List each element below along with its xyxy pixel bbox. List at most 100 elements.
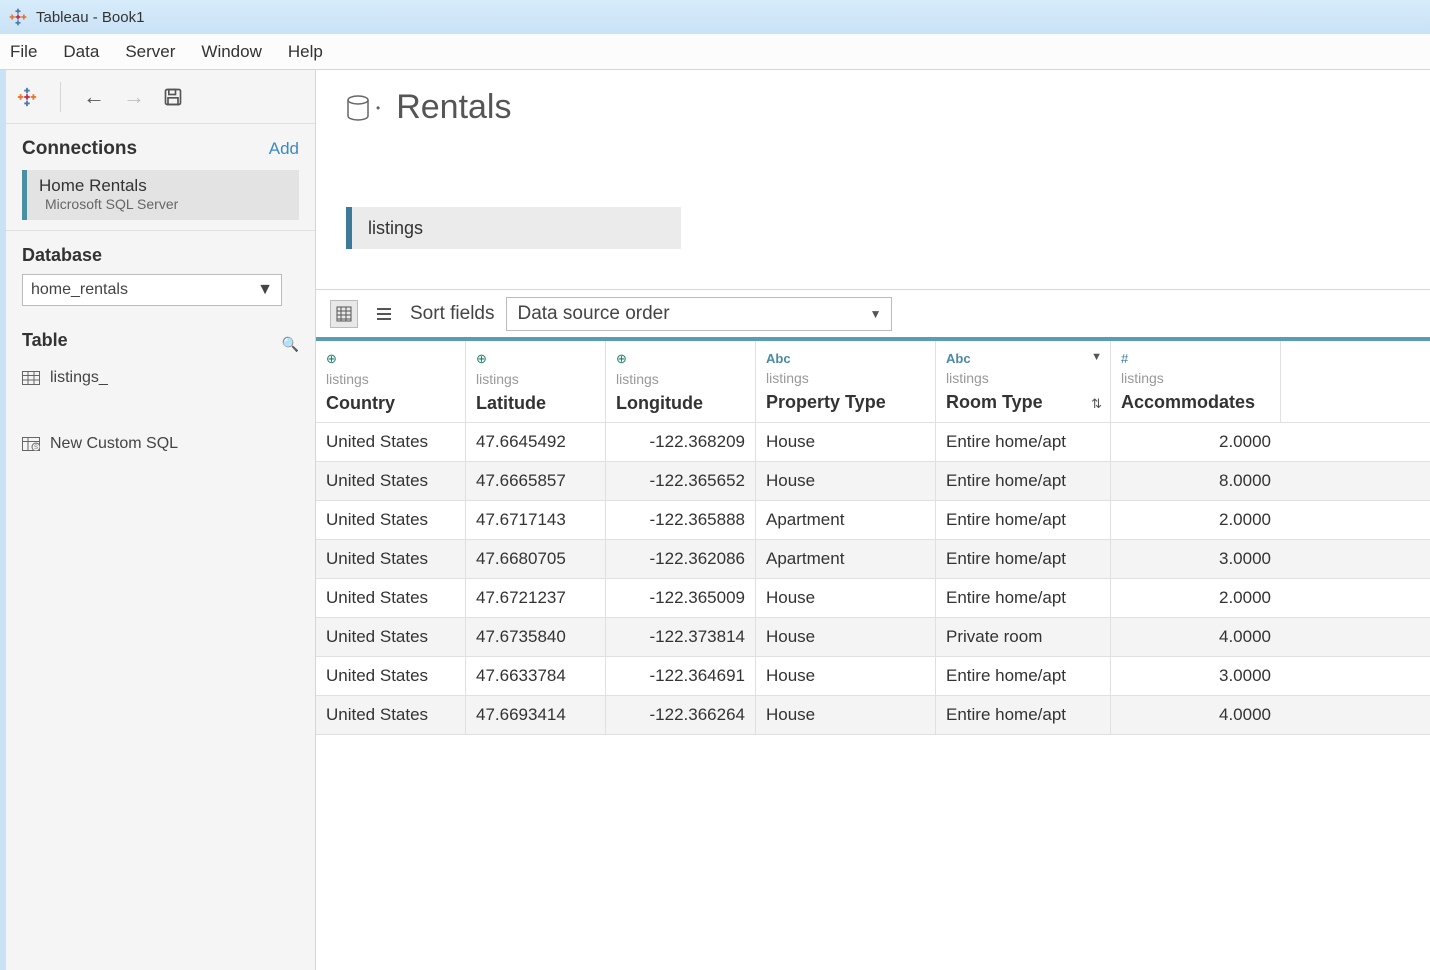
table-cell: -122.362086: [606, 540, 756, 578]
column-source: listings: [476, 371, 595, 387]
menu-data[interactable]: Data: [63, 42, 99, 62]
chevron-down-icon[interactable]: ▼: [1091, 351, 1102, 363]
column-name: Property Type: [766, 392, 925, 413]
table-row[interactable]: United States47.6665857-122.365652HouseE…: [316, 462, 1430, 501]
table-cell: 47.6665857: [466, 462, 606, 500]
datasource-title[interactable]: Rentals: [396, 88, 511, 127]
back-arrow-icon[interactable]: ←: [83, 84, 105, 110]
table-label: Table: [22, 330, 68, 351]
table-cell: 47.6693414: [466, 696, 606, 734]
table-cell: 2.0000: [1111, 423, 1281, 461]
table-row[interactable]: United States47.6717143-122.365888Apartm…: [316, 501, 1430, 540]
sidebar: ← → Connections Add Home Rentals Microso…: [6, 70, 316, 970]
column-source: listings: [326, 371, 455, 387]
column-header[interactable]: ⊕listingsLatitude: [466, 341, 606, 422]
table-cell: United States: [316, 579, 466, 617]
column-source: listings: [616, 371, 745, 387]
table-cell: -122.365009: [606, 579, 756, 617]
grid-icon: [336, 306, 352, 322]
table-row[interactable]: United States47.6735840-122.373814HouseP…: [316, 618, 1430, 657]
sort-fields-dropdown[interactable]: Data source order ▼: [506, 297, 892, 331]
list-icon: [376, 306, 392, 322]
chevron-down-icon: ▼: [257, 281, 273, 299]
list-view-button[interactable]: [370, 300, 398, 328]
table-cell: United States: [316, 501, 466, 539]
table-cell: -122.366264: [606, 696, 756, 734]
column-name: Longitude: [616, 393, 745, 414]
table-cell: United States: [316, 696, 466, 734]
table-pill-label: listings: [368, 218, 423, 239]
table-cell: 2.0000: [1111, 579, 1281, 617]
sort-icon[interactable]: ⇅: [1091, 396, 1102, 412]
table-row[interactable]: United States47.6693414-122.366264HouseE…: [316, 696, 1430, 735]
table-cell: 47.6721237: [466, 579, 606, 617]
table-row[interactable]: United States47.6633784-122.364691HouseE…: [316, 657, 1430, 696]
connections-label: Connections: [22, 138, 137, 160]
tableau-logo-icon[interactable]: [16, 86, 38, 108]
table-cell: 2.0000: [1111, 501, 1281, 539]
table-row[interactable]: United States47.6721237-122.365009HouseE…: [316, 579, 1430, 618]
grid-view-button[interactable]: [330, 300, 358, 328]
table-cell: House: [756, 462, 936, 500]
data-grid: ⊕listingsCountry⊕listingsLatitude⊕listin…: [316, 337, 1430, 735]
table-cell: 47.6680705: [466, 540, 606, 578]
table-cell: Entire home/apt: [936, 423, 1111, 461]
table-cell: House: [756, 423, 936, 461]
table-cell: -122.365888: [606, 501, 756, 539]
globe-icon: ⊕: [476, 351, 595, 367]
table-cell: Entire home/apt: [936, 501, 1111, 539]
table-cell: United States: [316, 423, 466, 461]
menu-server[interactable]: Server: [125, 42, 175, 62]
table-cell: 4.0000: [1111, 618, 1281, 656]
column-header[interactable]: ⊕ listings Country: [316, 341, 466, 422]
column-header[interactable]: AbclistingsRoom Type▼⇅: [936, 341, 1111, 422]
connection-item[interactable]: Home Rentals Microsoft SQL Server: [22, 170, 299, 220]
custom-sql-icon: S: [22, 437, 40, 451]
menu-window[interactable]: Window: [201, 42, 261, 62]
database-dropdown[interactable]: home_rentals ▼: [22, 274, 282, 306]
add-connection-link[interactable]: Add: [269, 139, 299, 159]
new-custom-sql[interactable]: S New Custom SQL: [22, 431, 299, 457]
table-cell: 47.6633784: [466, 657, 606, 695]
table-cell: Private room: [936, 618, 1111, 656]
datasource-header: • Rentals: [316, 70, 1430, 137]
table-cell: 4.0000: [1111, 696, 1281, 734]
table-row[interactable]: United States47.6645492-122.368209HouseE…: [316, 423, 1430, 462]
column-name: Country: [326, 393, 455, 414]
database-icon: [346, 95, 370, 121]
table-item-name: listings_: [50, 369, 108, 387]
search-icon[interactable]: 🔍: [282, 336, 299, 353]
grid-header-row: ⊕listingsCountry⊕listingsLatitude⊕listin…: [316, 341, 1430, 423]
table-pill[interactable]: listings: [346, 207, 681, 249]
titlebar: Tableau - Book1: [0, 0, 1430, 34]
save-icon[interactable]: [163, 87, 183, 107]
table-item[interactable]: listings_: [22, 365, 299, 391]
column-header[interactable]: #listingsAccommodates: [1111, 341, 1281, 422]
table-cell: 3.0000: [1111, 540, 1281, 578]
table-cell: 47.6735840: [466, 618, 606, 656]
menu-file[interactable]: File: [10, 42, 37, 62]
column-header[interactable]: ⊕listingsLongitude: [606, 341, 756, 422]
table-cell: United States: [316, 657, 466, 695]
table-cell: House: [756, 579, 936, 617]
table-cell: Entire home/apt: [936, 657, 1111, 695]
column-source: listings: [766, 370, 925, 386]
main-area: • Rentals listings: [316, 70, 1430, 970]
column-header[interactable]: AbclistingsProperty Type: [756, 341, 936, 422]
sort-fields-label: Sort fields: [410, 303, 494, 325]
join-canvas[interactable]: listings: [316, 137, 1430, 289]
table-cell: 3.0000: [1111, 657, 1281, 695]
new-custom-sql-label: New Custom SQL: [50, 435, 178, 453]
table-cell: 8.0000: [1111, 462, 1281, 500]
table-cell: House: [756, 657, 936, 695]
table-icon: [22, 371, 40, 385]
forward-arrow-icon[interactable]: →: [123, 84, 145, 110]
chevron-down-icon: ▼: [870, 307, 882, 321]
globe-icon: ⊕: [326, 351, 455, 367]
table-row[interactable]: United States47.6680705-122.362086Apartm…: [316, 540, 1430, 579]
column-source: listings: [1121, 370, 1270, 386]
column-source: listings: [946, 370, 1100, 386]
connection-type: Microsoft SQL Server: [45, 196, 289, 212]
abc-icon: Abc: [946, 351, 1100, 366]
menu-help[interactable]: Help: [288, 42, 323, 62]
